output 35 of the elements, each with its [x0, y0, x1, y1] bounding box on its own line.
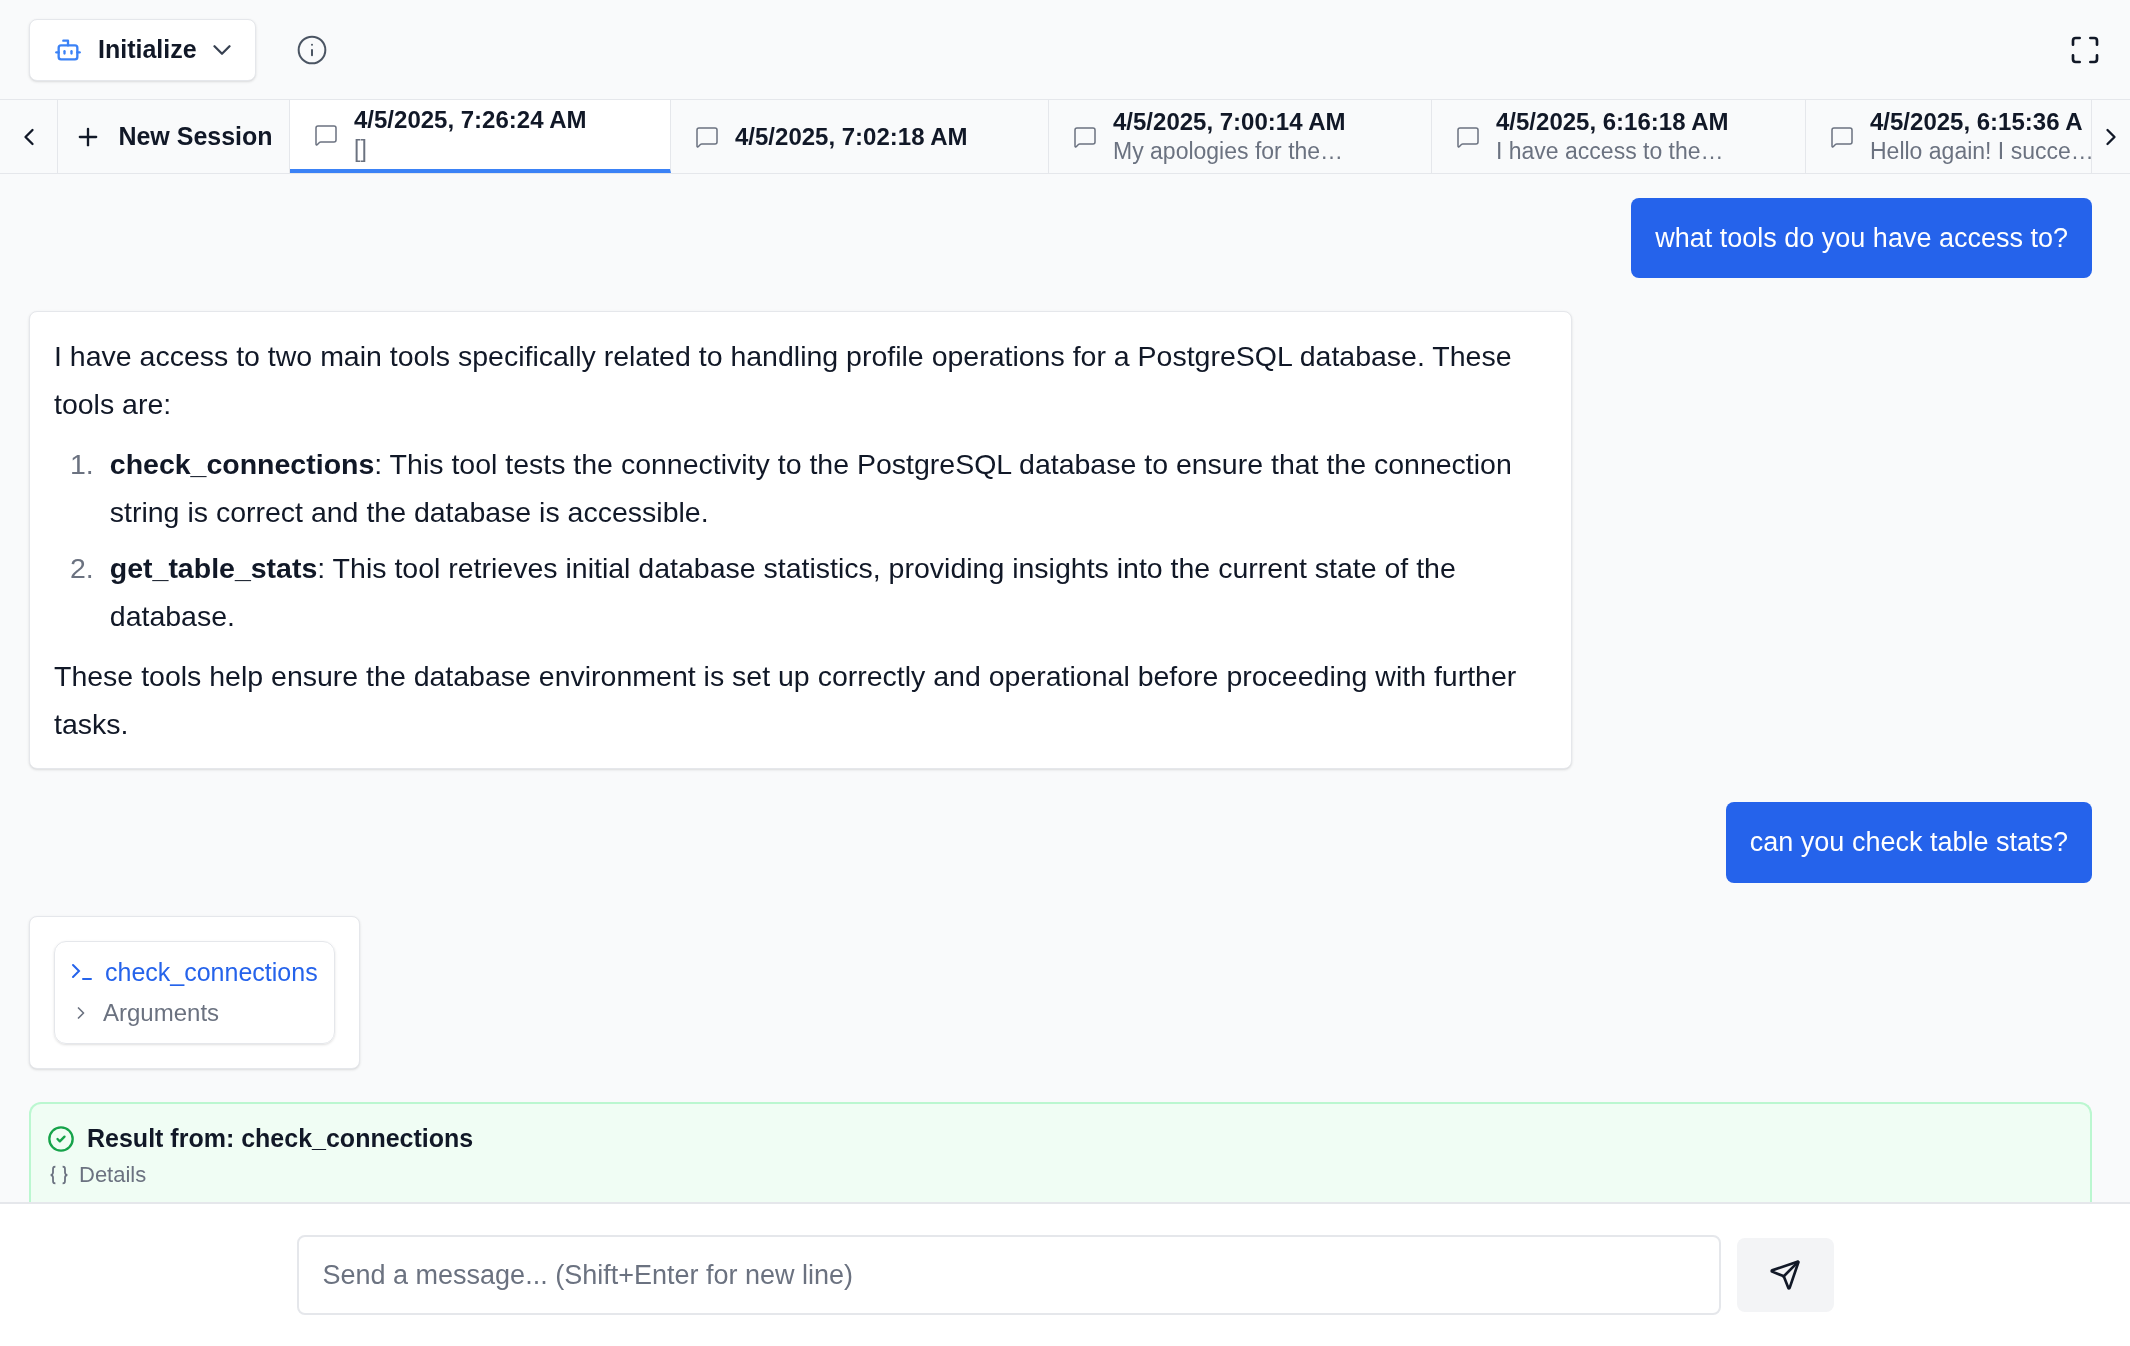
session-tab[interactable]: 4/5/2025, 7:26:24 AM []	[290, 100, 671, 173]
chevron-down-icon	[212, 44, 231, 55]
chat-bubble-icon	[314, 122, 338, 147]
session-preview: Hello again! I succe…	[1870, 137, 2091, 166]
chat-bubble-icon	[695, 124, 719, 149]
assistant-paragraph: I have access to two main tools specifically related to handling profile operations for a PostgreSQL database. These tools are:	[54, 339, 1513, 422]
result-title: Result from: check_connections	[87, 1123, 474, 1154]
list-number: 2.	[70, 551, 94, 586]
list-number: 1.	[70, 447, 94, 482]
check-circle-icon	[47, 1124, 75, 1153]
list-item-text: check_connections: This tool tests the connectivity to the PostgreSQL database to ensure that the connection string is correct and the database is accessible.	[109, 447, 1513, 530]
session-date: 4/5/2025, 6:16:18 AM	[1496, 107, 1729, 138]
agent-dropdown[interactable]: Initialize	[29, 18, 256, 81]
chat-bubble-icon	[1830, 124, 1854, 149]
session-date: 4/5/2025, 6:15:36 A	[1870, 107, 2084, 138]
info-icon[interactable]	[295, 33, 328, 66]
chat-bubble-icon	[1073, 124, 1097, 149]
send-button[interactable]	[1736, 1238, 1834, 1312]
arguments-toggle[interactable]: Arguments	[71, 995, 318, 1031]
user-message: what tools do you have access to?	[1631, 197, 2092, 278]
session-date: 4/5/2025, 7:00:14 AM	[1113, 107, 1346, 138]
tool-name: check_connections	[105, 956, 318, 988]
list-item-text: get_table_stats: This tool retrieves initial database statistics, providing insights into the current state of the database.	[109, 551, 1457, 634]
session-preview: []	[354, 135, 368, 164]
session-date: 4/5/2025, 7:02:18 AM	[735, 121, 968, 152]
assistant-paragraph: These tools help ensure the database environment is set up correctly and operational before proceeding with further tasks.	[54, 659, 1518, 742]
details-toggle[interactable]: Details	[47, 1161, 2074, 1188]
terminal-prompt-icon	[71, 963, 93, 982]
user-message: can you check table stats?	[1725, 802, 2092, 883]
chat-bubble-icon	[1456, 124, 1480, 149]
session-preview: My apologies for the…	[1113, 137, 1345, 166]
send-icon	[1769, 1259, 1801, 1291]
session-date: 4/5/2025, 7:26:24 AM	[354, 105, 587, 136]
session-preview: I have access to the…	[1496, 137, 1725, 166]
message-input[interactable]: Send a message... (Shift+Enter for new line)	[296, 1235, 1721, 1315]
